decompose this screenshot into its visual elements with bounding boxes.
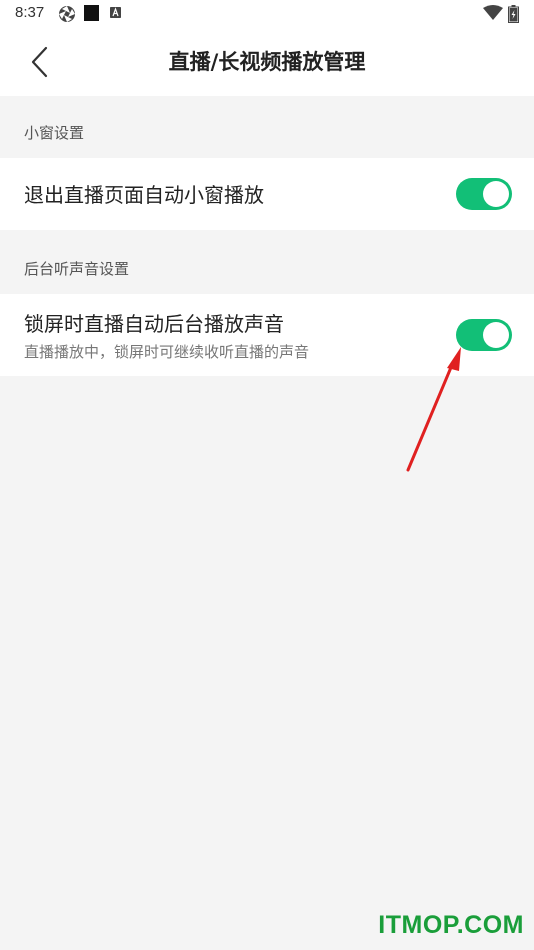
settings-screen: 8:37 直播/长视频播放管理 小窗设置 退出直播页面自动小窗播放 后台听声音设… xyxy=(0,0,534,950)
annotation-arrow xyxy=(406,347,461,472)
watermark-logo: ITMOP.COM xyxy=(378,911,524,939)
